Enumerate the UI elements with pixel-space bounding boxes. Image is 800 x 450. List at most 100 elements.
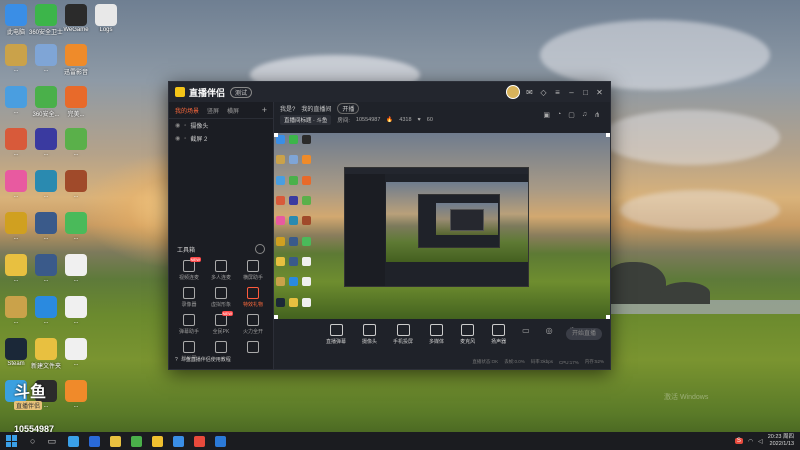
preview-nested-window bbox=[344, 167, 529, 287]
app-icon bbox=[65, 380, 87, 402]
avatar[interactable] bbox=[506, 85, 520, 99]
tool-icon bbox=[183, 341, 195, 353]
tool-item[interactable]: 虚拟形象 bbox=[205, 287, 237, 308]
start-button[interactable] bbox=[6, 435, 18, 447]
search-icon[interactable]: ○ bbox=[30, 436, 35, 446]
record-icon[interactable]: ◎ bbox=[546, 326, 553, 335]
clock[interactable]: 20:23 周四 2022/1/13 bbox=[768, 434, 794, 448]
video-icon[interactable]: ▭ bbox=[522, 326, 530, 335]
media-button[interactable]: 多媒体 bbox=[429, 324, 444, 345]
gift-icon[interactable]: ▢ bbox=[568, 111, 575, 119]
tool-item[interactable] bbox=[237, 341, 269, 362]
topbar-question[interactable]: 我是? bbox=[280, 104, 295, 113]
tab-scene-1[interactable]: 竖屏 bbox=[207, 106, 219, 115]
share-icon[interactable]: ⋔ bbox=[594, 111, 600, 119]
pinned-app-icon[interactable] bbox=[214, 435, 226, 447]
pinned-app-icon[interactable] bbox=[88, 435, 100, 447]
topbar-pill[interactable]: 开播 bbox=[337, 102, 360, 114]
lock-icon[interactable]: ▫ bbox=[184, 123, 186, 129]
tab-scene-0[interactable]: 我的场景 bbox=[175, 106, 199, 115]
lock-room-icon[interactable]: ◔ bbox=[557, 111, 561, 119]
desktop-icon[interactable]: 完美... bbox=[56, 86, 96, 118]
desktop-icon-label: ... bbox=[73, 151, 79, 157]
tool-icon bbox=[215, 341, 227, 353]
desktop-icon-label: 迅雷影音 bbox=[63, 70, 88, 76]
tutorial-link[interactable]: ? 斗鱼直播伴侣使用教程 bbox=[175, 356, 231, 364]
topbar-action[interactable]: 我的直播间 bbox=[301, 104, 331, 113]
volume-icon[interactable]: ◁ bbox=[758, 438, 763, 445]
maximize-icon[interactable]: □ bbox=[581, 88, 590, 97]
tool-item[interactable]: 录像器 bbox=[173, 287, 205, 308]
message-icon[interactable]: ✉ bbox=[525, 88, 534, 97]
lock-icon[interactable]: ▫ bbox=[184, 136, 186, 142]
add-scene-icon[interactable]: + bbox=[262, 105, 267, 115]
cloud bbox=[620, 190, 780, 230]
menu-icon[interactable]: ≡ bbox=[553, 88, 562, 97]
pinned-app-icon[interactable] bbox=[172, 435, 184, 447]
app-icon bbox=[5, 296, 27, 318]
tab-scene-2[interactable]: 横屏 bbox=[227, 106, 239, 115]
status-bar: 直播状态:OK 丢帧:0.0% 码率:0kbps CPU:17% 内存:52% bbox=[274, 357, 610, 367]
source-item[interactable]: ◉ ▫ 截屏 2 bbox=[169, 132, 273, 145]
resize-handle[interactable] bbox=[606, 133, 610, 137]
speaker-button[interactable]: 扬声器 bbox=[491, 324, 506, 345]
skin-icon[interactable]: ◇ bbox=[539, 88, 548, 97]
camera-button[interactable]: 摄像头 bbox=[362, 324, 377, 345]
desktop-icon[interactable]: ... bbox=[56, 296, 96, 325]
pinned-app-icon[interactable] bbox=[130, 435, 142, 447]
close-icon[interactable]: ✕ bbox=[595, 88, 604, 97]
app-titlebar[interactable]: 直播伴侣 测试 ✉ ◇ ≡ – □ ✕ bbox=[169, 82, 610, 102]
resize-handle[interactable] bbox=[274, 133, 278, 137]
version-badge[interactable]: 测试 bbox=[230, 86, 253, 98]
task-view-icon[interactable]: ▭ bbox=[47, 436, 56, 447]
tool-item[interactable]: NEW 视频连麦 bbox=[173, 257, 205, 281]
desktop-icon[interactable]: ... bbox=[56, 128, 96, 157]
shop-icon[interactable]: ▣ bbox=[543, 111, 550, 119]
tool-item[interactable]: 横屏助手 bbox=[237, 260, 269, 281]
desktop-icon[interactable]: 迅雷影音 bbox=[56, 44, 96, 76]
microphone-button[interactable]: 麦克风 bbox=[460, 324, 475, 345]
cloud bbox=[540, 20, 770, 90]
desktop-icon[interactable]: ... bbox=[56, 380, 96, 409]
phone-cast-button[interactable]: 手机投屏 bbox=[393, 324, 413, 345]
resize-handle[interactable] bbox=[274, 315, 278, 319]
pinned-app-icon[interactable] bbox=[109, 435, 121, 447]
microphone-icon bbox=[461, 324, 475, 336]
room-title[interactable]: 直播间标题 · 斗鱼 bbox=[280, 115, 332, 125]
resize-handle[interactable] bbox=[606, 315, 610, 319]
mini-desktop-icon bbox=[276, 256, 285, 266]
mini-desktop-icon bbox=[289, 216, 298, 226]
pinned-app-icon[interactable] bbox=[151, 435, 163, 447]
visibility-icon[interactable]: ◉ bbox=[175, 135, 180, 142]
tool-item[interactable]: 火力全开 bbox=[237, 314, 269, 335]
go-live-button[interactable]: 开始直播 bbox=[566, 328, 602, 340]
desktop-icon[interactable]: ... bbox=[56, 338, 96, 367]
tool-label: 视频连麦 bbox=[178, 275, 199, 281]
ime-icon[interactable]: S bbox=[734, 438, 743, 444]
tool-item[interactable]: 弹幕助手 bbox=[173, 314, 205, 335]
desktop-icon[interactable]: Logs bbox=[86, 4, 126, 33]
source-item[interactable]: ◉ ▫ 摄像头 bbox=[169, 119, 273, 132]
tools-more-icon[interactable] bbox=[255, 244, 265, 254]
pinned-app-icon[interactable] bbox=[67, 435, 79, 447]
desktop-icon[interactable]: ... bbox=[56, 254, 96, 283]
tool-item[interactable]: 多人连麦 bbox=[205, 260, 237, 281]
mini-desktop-icon bbox=[289, 195, 298, 205]
app-icon bbox=[5, 170, 27, 192]
app-icon bbox=[35, 338, 57, 360]
tool-item[interactable]: NEW 全民PK bbox=[205, 311, 237, 335]
desktop-icon[interactable]: ... bbox=[56, 212, 96, 241]
app-icon bbox=[5, 338, 27, 360]
bell-icon[interactable]: ♫ bbox=[582, 111, 587, 119]
desktop-icon-label: ... bbox=[73, 193, 79, 199]
tool-icon bbox=[183, 287, 195, 299]
network-icon[interactable]: ◠ bbox=[748, 438, 753, 445]
desktop-icon[interactable]: ... bbox=[56, 170, 96, 199]
pinned-app-icon[interactable] bbox=[193, 435, 205, 447]
minimize-icon[interactable]: – bbox=[567, 88, 576, 97]
tool-item[interactable]: 特效礼物 bbox=[237, 287, 269, 308]
visibility-icon[interactable]: ◉ bbox=[175, 122, 180, 129]
danmaku-button[interactable]: 直播弹幕 bbox=[326, 324, 346, 345]
stream-preview[interactable] bbox=[274, 133, 610, 319]
app-icon bbox=[35, 254, 57, 276]
